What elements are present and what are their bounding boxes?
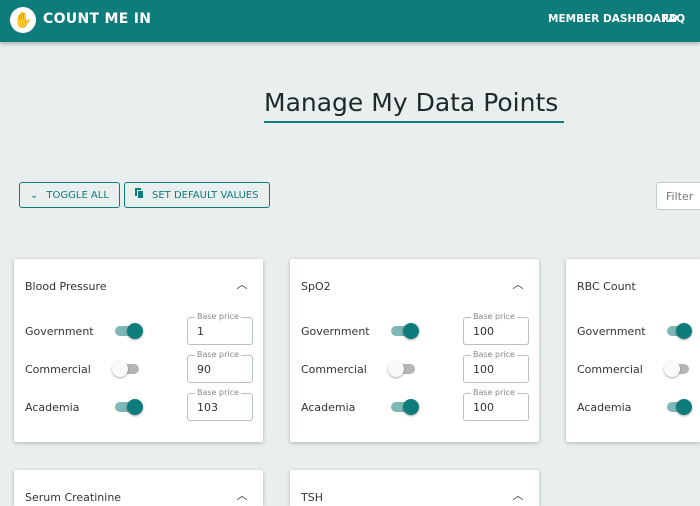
data-point-card: SpO2 ︿ Government Base price Commercial … — [290, 259, 539, 442]
base-price-label: Base price — [195, 349, 241, 361]
base-price-label: Base price — [471, 311, 517, 323]
set-default-values-button[interactable]: SET DEFAULT VALUES — [124, 182, 270, 208]
chevron-up-icon[interactable]: ︿ — [511, 276, 525, 291]
commercial-toggle[interactable] — [112, 361, 139, 377]
commercial-toggle[interactable] — [664, 361, 689, 377]
academia-toggle[interactable] — [667, 399, 692, 415]
academia-toggle[interactable] — [391, 399, 419, 415]
card-title: Serum Creatinine — [25, 491, 122, 504]
commercial-toggle[interactable] — [388, 361, 415, 377]
government-toggle[interactable] — [115, 323, 143, 339]
brand-name[interactable]: COUNT ME IN — [43, 11, 151, 27]
base-price-label: Base price — [471, 387, 517, 399]
filter-input[interactable] — [656, 182, 700, 210]
base-price-input[interactable] — [197, 363, 247, 376]
base-price-field[interactable]: Base price — [187, 387, 253, 421]
card-title: TSH — [301, 491, 323, 504]
title-underline — [264, 121, 564, 123]
academia-toggle[interactable] — [115, 399, 143, 415]
government-toggle[interactable] — [667, 323, 692, 339]
row-label-academia: Academia — [577, 401, 632, 414]
row-label-government: Government — [25, 325, 94, 338]
copy-icon — [135, 188, 144, 202]
row-label-commercial: Commercial — [577, 363, 643, 376]
base-price-field[interactable]: Base price — [463, 387, 529, 421]
base-price-input[interactable] — [197, 325, 247, 338]
nav-member-dashboard[interactable]: MEMBER DASHBOARD — [548, 13, 678, 25]
card-title: RBC Count — [577, 280, 636, 293]
row-label-commercial: Commercial — [25, 363, 91, 376]
set-default-values-label: SET DEFAULT VALUES — [152, 189, 259, 201]
government-toggle[interactable] — [391, 323, 419, 339]
base-price-field[interactable]: Base price — [187, 349, 253, 383]
base-price-field[interactable]: Base price — [463, 311, 529, 345]
base-price-label: Base price — [195, 311, 241, 323]
chevron-down-icon: ⌄ — [30, 189, 39, 201]
chevron-up-icon[interactable]: ︿ — [511, 487, 525, 502]
toggle-all-label: TOGGLE ALL — [46, 189, 109, 201]
card-title: Blood Pressure — [25, 280, 107, 293]
data-point-card: Serum Creatinine ︿ — [14, 470, 263, 506]
base-price-field[interactable]: Base price — [187, 311, 253, 345]
chevron-up-icon[interactable]: ︿ — [235, 487, 249, 502]
base-price-label: Base price — [471, 349, 517, 361]
row-label-academia: Academia — [301, 401, 356, 414]
base-price-input[interactable] — [473, 325, 523, 338]
base-price-field[interactable]: Base price — [463, 349, 529, 383]
row-label-commercial: Commercial — [301, 363, 367, 376]
nav-faq[interactable]: FAQ — [662, 13, 685, 25]
base-price-input[interactable] — [197, 401, 247, 414]
base-price-input[interactable] — [473, 363, 523, 376]
raised-hand-icon[interactable]: ✋ — [10, 7, 36, 33]
chevron-up-icon[interactable]: ︿ — [235, 276, 249, 291]
row-label-academia: Academia — [25, 401, 80, 414]
page-title: Manage My Data Points — [264, 88, 559, 117]
toggle-all-button[interactable]: ⌄ TOGGLE ALL — [19, 182, 120, 208]
base-price-label: Base price — [195, 387, 241, 399]
base-price-input[interactable] — [473, 401, 523, 414]
row-label-government: Government — [577, 325, 646, 338]
data-point-card: Blood Pressure ︿ Government Base price C… — [14, 259, 263, 442]
card-title: SpO2 — [301, 280, 331, 293]
data-point-card: RBC Count Government Commercial Academia — [566, 259, 700, 442]
data-point-card: TSH ︿ — [290, 470, 539, 506]
row-label-government: Government — [301, 325, 370, 338]
top-navbar: ✋ COUNT ME IN MEMBER DASHBOARD FAQ — [0, 0, 700, 42]
